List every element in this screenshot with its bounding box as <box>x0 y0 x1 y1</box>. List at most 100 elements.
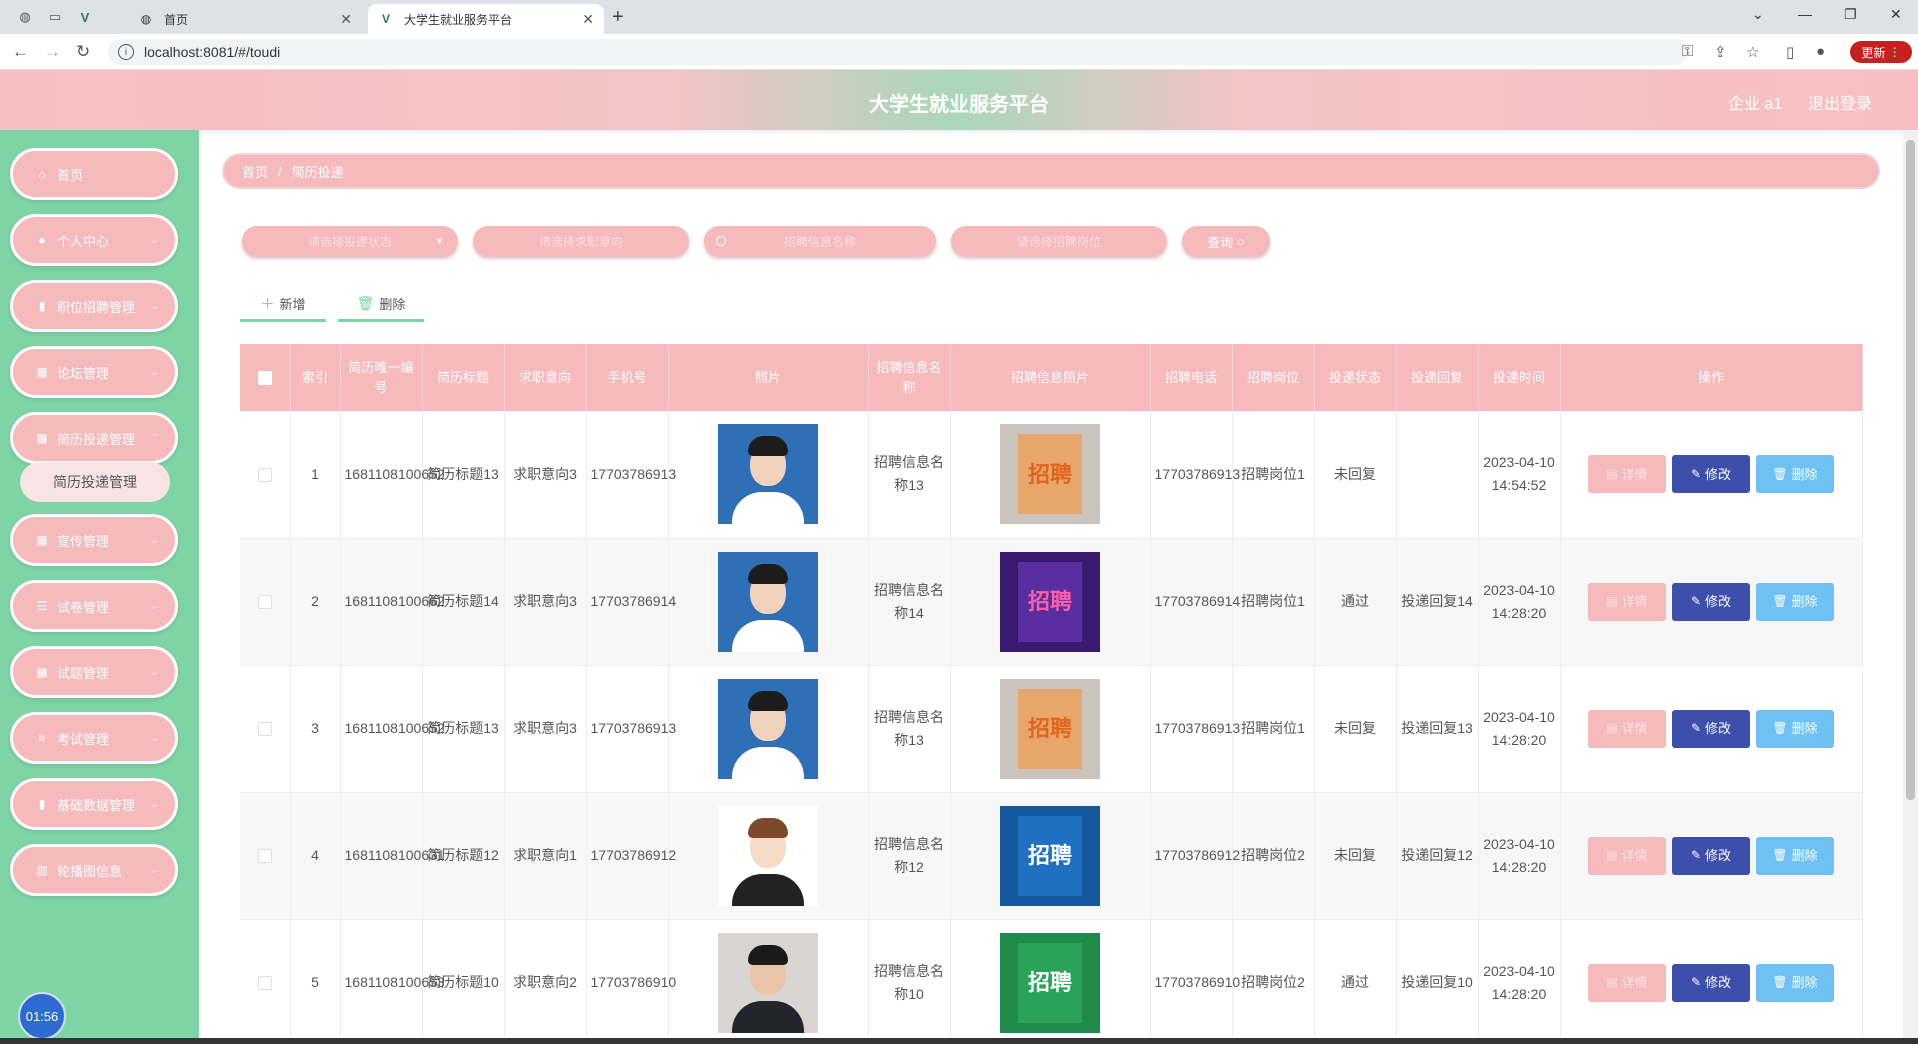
job-poster-image[interactable]: 招聘 <box>1000 805 1100 906</box>
batch-delete-button[interactable]: 🗑 删除 <box>338 288 424 322</box>
reload-icon[interactable]: ↻ <box>76 42 90 62</box>
info-name-input[interactable]: 招聘信息名称 <box>704 226 936 256</box>
key-icon[interactable]: ⚿ <box>1682 43 1693 60</box>
sidebar-item-profile[interactable]: ● 个人中心 ⌄ <box>10 214 178 266</box>
info-icon[interactable]: i <box>118 44 134 60</box>
select-all-checkbox[interactable] <box>257 371 272 386</box>
row-checkbox[interactable] <box>257 976 272 991</box>
post-select[interactable]: 请选择招聘岗位 <box>951 226 1167 256</box>
select-all-cell[interactable] <box>240 344 291 411</box>
document-icon: ▤ <box>1606 594 1618 608</box>
sidepanel-icon[interactable]: ▯ <box>1786 43 1794 61</box>
table-row[interactable]: 1 1681108100652 简历标题13 求职意向3 17703786913 招聘信息… <box>240 411 1863 539</box>
star-icon[interactable]: ☆ <box>1746 43 1759 61</box>
delete-button[interactable]: 🗑 删除 <box>1756 963 1834 1002</box>
close-icon[interactable]: ✕ <box>340 11 352 28</box>
applicant-photo[interactable] <box>718 805 818 906</box>
add-label: 新增 <box>279 297 306 312</box>
profile-icon[interactable]: ● <box>1816 43 1825 60</box>
query-button[interactable]: 查询 ○ <box>1182 226 1270 256</box>
row-select-cell[interactable] <box>240 665 291 793</box>
cell-photo <box>668 792 869 920</box>
sidebar-item-questions[interactable]: ▦ 试题管理 ⌄ <box>10 646 178 698</box>
close-icon[interactable]: ✕ <box>582 11 594 28</box>
pinned-tab-icon[interactable]: ▭ <box>42 6 68 28</box>
sidebar-item-jobs[interactable]: ▮ 职位招聘管理 ⌄ <box>10 280 178 332</box>
delete-button[interactable]: 🗑 删除 <box>1756 836 1834 875</box>
detail-label: 详情 <box>1621 721 1648 736</box>
detail-button[interactable]: ▤ 详情 <box>1588 709 1666 748</box>
row-select-cell[interactable] <box>240 538 291 666</box>
vue-tab-icon[interactable]: V <box>72 6 98 28</box>
row-checkbox[interactable] <box>257 722 272 737</box>
row-select-cell[interactable] <box>240 919 291 1044</box>
back-icon[interactable]: ← <box>12 42 29 62</box>
sidebar-item-papers[interactable]: ☰ 试卷管理 ⌄ <box>10 580 178 632</box>
cell-status: 通过 <box>1314 919 1397 1044</box>
sidebar-item-home[interactable]: ⌂ 首页 <box>10 148 178 200</box>
update-button[interactable]: 更新 ⋮ <box>1850 41 1912 63</box>
detail-button[interactable]: ▤ 详情 <box>1588 836 1666 875</box>
sidebar-item-forum[interactable]: ▦ 论坛管理 ⌄ <box>10 346 178 398</box>
share-icon[interactable]: ⇪ <box>1714 43 1727 61</box>
cell-photo <box>668 538 869 666</box>
delete-button[interactable]: 🗑 删除 <box>1756 709 1834 748</box>
edit-button[interactable]: ✎ 修改 <box>1672 836 1750 875</box>
row-checkbox[interactable] <box>257 595 272 610</box>
pinned-tab-icon[interactable]: ◍ <box>12 6 38 28</box>
column-header: 索引 <box>290 344 341 411</box>
chevron-down-icon[interactable]: ⌄ <box>1752 6 1764 23</box>
detail-button[interactable]: ▤ 详情 <box>1588 963 1666 1002</box>
edit-button[interactable]: ✎ 修改 <box>1672 455 1750 494</box>
post-placeholder: 请选择招聘岗位 <box>1016 234 1101 249</box>
add-button[interactable]: ＋ 新增 <box>240 288 326 322</box>
url-field[interactable]: i localhost:8081/#/toudi <box>108 39 1688 65</box>
forward-icon[interactable]: → <box>44 42 61 62</box>
edit-button[interactable]: ✎ 修改 <box>1672 963 1750 1002</box>
logout-link[interactable]: 退出登录 <box>1808 90 1872 114</box>
delete-button[interactable]: 🗑 删除 <box>1756 582 1834 621</box>
job-poster-image[interactable]: 招聘 <box>1000 424 1100 525</box>
sidebar-subitem-resume[interactable]: 简历投递管理 <box>20 462 170 502</box>
sidebar-item-exams[interactable]: ≡ 考试管理 ⌄ <box>10 712 178 764</box>
delete-button[interactable]: 🗑 删除 <box>1756 455 1834 494</box>
applicant-photo[interactable] <box>718 932 818 1033</box>
table-row[interactable]: 4 1681108100631 简历标题12 求职意向1 17703786912 招聘信息… <box>240 792 1863 920</box>
table-row[interactable]: 3 1681108100652 简历标题13 求职意向3 17703786913 招聘信息… <box>240 665 1863 793</box>
chevron-down-icon: ⌄ <box>150 300 159 312</box>
sidebar-item-carousel[interactable]: ▥ 轮播图信息 ⌄ <box>10 844 178 896</box>
sidebar-item-basedata[interactable]: ▮ 基础数据管理 ⌄ <box>10 778 178 830</box>
sidebar-item-resume[interactable]: ▦ 简历投递管理 ⌃ <box>10 412 178 464</box>
applicant-photo[interactable] <box>718 678 818 779</box>
detail-button[interactable]: ▤ 详情 <box>1588 582 1666 621</box>
restore-icon[interactable]: ❐ <box>1844 6 1857 23</box>
close-window-icon[interactable]: ✕ <box>1890 6 1902 23</box>
breadcrumb-home[interactable]: 首页 <box>242 162 268 181</box>
job-poster-image[interactable]: 招聘 <box>1000 932 1100 1033</box>
intent-select[interactable]: 请选择求职意向 <box>473 226 689 256</box>
table-row[interactable]: 5 1681108100653 简历标题10 求职意向2 17703786910 招聘信息… <box>240 919 1863 1044</box>
scrollbar-thumb[interactable] <box>1906 140 1915 800</box>
applicant-photo[interactable] <box>718 551 818 652</box>
edit-button[interactable]: ✎ 修改 <box>1672 582 1750 621</box>
cell-job-phone: 17703786910 <box>1150 919 1240 1044</box>
browser-tab-active[interactable]: V 大学生就业服务平台 ✕ <box>368 4 604 34</box>
row-select-cell[interactable] <box>240 411 291 539</box>
vertical-scrollbar[interactable] <box>1903 130 1918 1044</box>
new-tab-icon[interactable]: + <box>612 6 624 29</box>
row-checkbox[interactable] <box>257 849 272 864</box>
grid-icon: ▦ <box>36 431 48 445</box>
table-row[interactable]: 2 1681108100662 简历标题14 求职意向3 17703786914 招聘信息… <box>240 538 1863 666</box>
minimize-icon[interactable]: — <box>1798 6 1812 22</box>
browser-tab-home[interactable]: ◍ 首页 ✕ <box>128 4 362 34</box>
job-poster-image[interactable]: 招聘 <box>1000 551 1100 652</box>
sidebar-item-publicity[interactable]: ▦ 宣传管理 ⌄ <box>10 514 178 566</box>
row-checkbox[interactable] <box>257 468 272 483</box>
row-select-cell[interactable] <box>240 792 291 920</box>
detail-button[interactable]: ▤ 详情 <box>1588 455 1666 494</box>
job-poster-image[interactable]: 招聘 <box>1000 678 1100 779</box>
applicant-photo[interactable] <box>718 424 818 525</box>
edit-button[interactable]: ✎ 修改 <box>1672 709 1750 748</box>
status-select[interactable]: 请选择投递状态 ▼ <box>242 226 458 256</box>
cell-ops: ▤ 详情 ✎ 修改 🗑 删除 <box>1560 919 1863 1044</box>
